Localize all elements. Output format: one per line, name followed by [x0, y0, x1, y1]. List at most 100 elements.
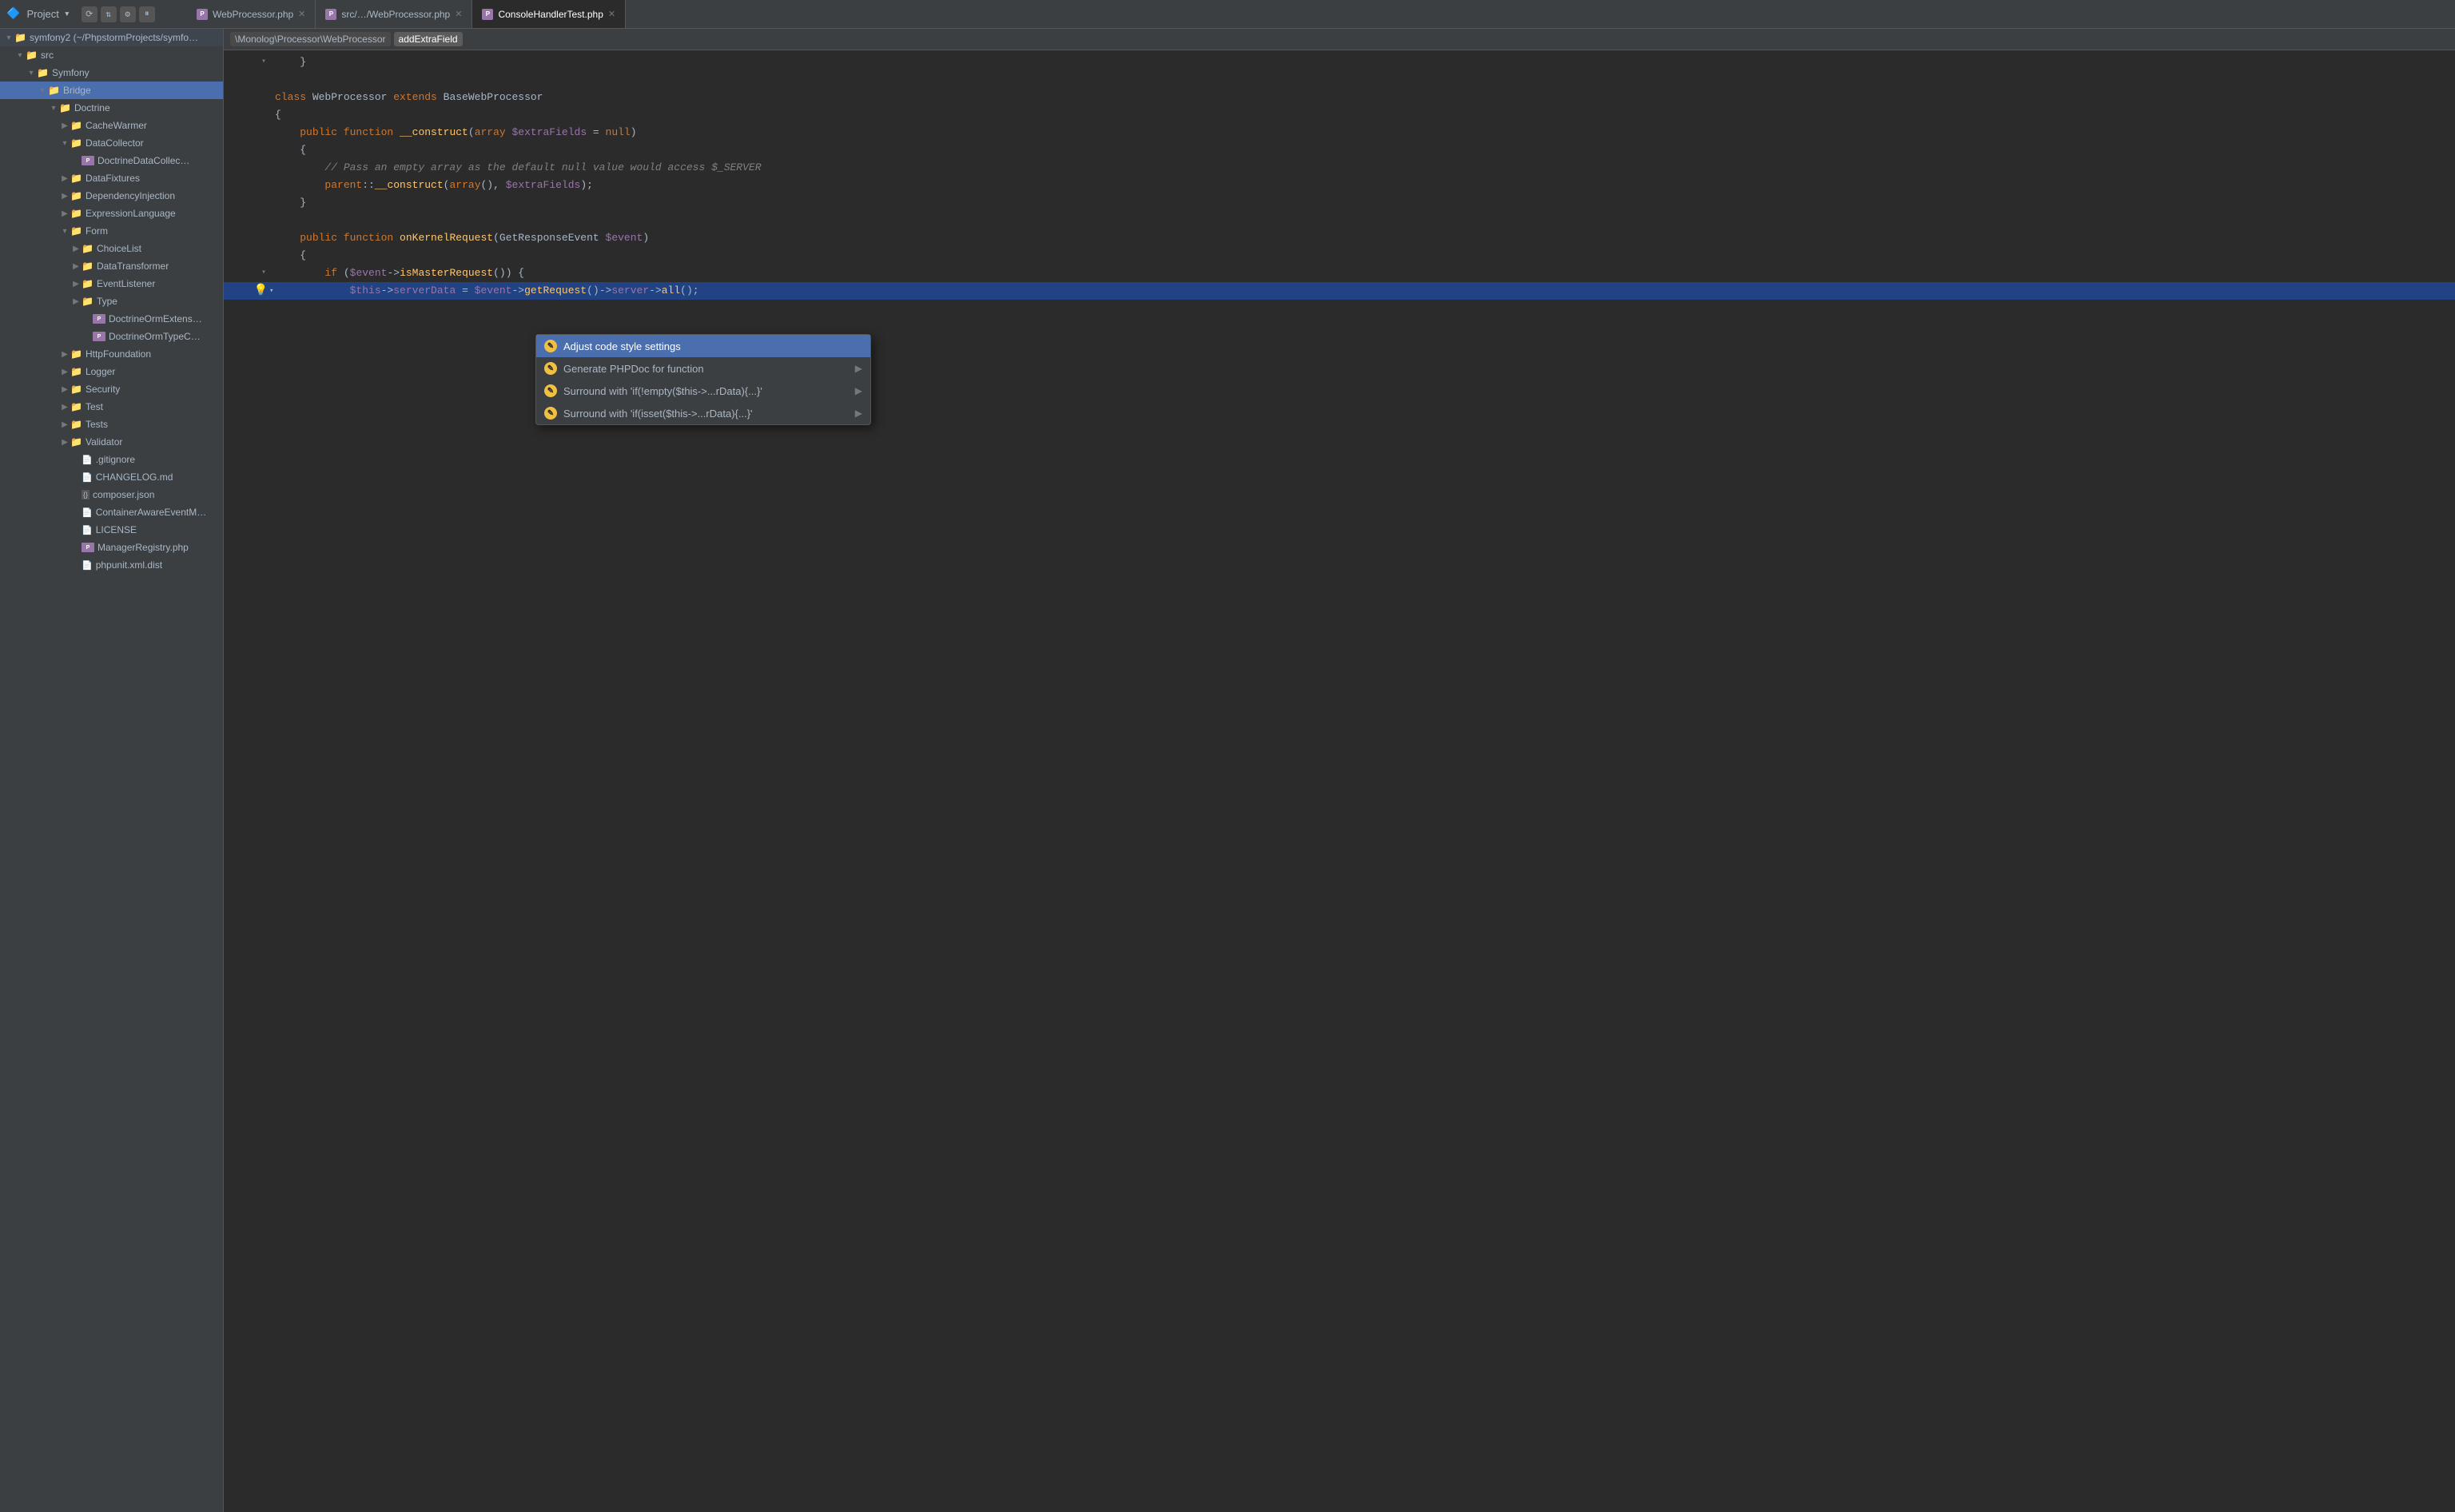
- security-arrow: ▶: [59, 385, 70, 394]
- tab-consolehandlertest-php[interactable]: P ConsoleHandlerTest.php ✕: [472, 0, 626, 28]
- toolbar-icon-pause[interactable]: ⏸: [139, 6, 155, 22]
- tab3-close[interactable]: ✕: [608, 9, 615, 19]
- toolbar-icon-sync[interactable]: ⇅: [101, 6, 117, 22]
- doctrineormextens-file-icon: P: [93, 314, 105, 324]
- tree-type[interactable]: ▶ 📁 Type: [0, 292, 223, 310]
- line-gutter: 💡 ▾: [256, 282, 272, 300]
- tree-validator[interactable]: ▶ 📁 Validator: [0, 433, 223, 451]
- security-folder-icon: 📁: [70, 384, 82, 395]
- tree-logger[interactable]: ▶ 📁 Logger: [0, 363, 223, 380]
- breadcrumb-namespace[interactable]: \Monolog\Processor\WebProcessor: [230, 32, 391, 46]
- type-label: Type: [97, 296, 117, 307]
- tree-dependencyinjection[interactable]: ▶ 📁 DependencyInjection: [0, 187, 223, 205]
- breadcrumb-method[interactable]: addExtraField: [394, 32, 463, 46]
- changelog-label: CHANGELOG.md: [96, 472, 173, 483]
- intention-item-adjust-code-style[interactable]: ✎ Adjust code style settings: [536, 335, 870, 357]
- containeraware-label: ContainerAwareEventM…: [96, 507, 207, 518]
- tree-form[interactable]: ▾ 📁 Form: [0, 222, 223, 240]
- test-folder-icon: 📁: [70, 401, 82, 412]
- code-line: {: [224, 247, 2455, 265]
- intention-bulb[interactable]: 💡: [254, 282, 268, 300]
- tree-changelog[interactable]: 📄 CHANGELOG.md: [0, 468, 223, 486]
- tab-webprocessor-php[interactable]: P WebProcessor.php ✕: [187, 0, 316, 28]
- tree-license[interactable]: 📄 LICENSE: [0, 521, 223, 539]
- intention-label-3: Surround with 'if(!empty($this->...rData…: [563, 385, 849, 397]
- intention-item-surround-ifisset[interactable]: ✎ Surround with 'if(isset($this->...rDat…: [536, 402, 870, 424]
- symfony-arrow: ▾: [26, 69, 37, 78]
- tree-composer-json[interactable]: {} composer.json: [0, 486, 223, 503]
- tree-doctrineormtypec[interactable]: P DoctrineOrmTypeC…: [0, 328, 223, 345]
- tab1-close[interactable]: ✕: [298, 9, 305, 19]
- tab1-label: WebProcessor.php: [213, 9, 293, 20]
- tree-containerawareeventm[interactable]: 📄 ContainerAwareEventM…: [0, 503, 223, 521]
- tree-choicelist[interactable]: ▶ 📁 ChoiceList: [0, 240, 223, 257]
- root-folder-icon: 📁: [14, 32, 26, 43]
- line-content: public function __construct(array $extra…: [272, 124, 2455, 141]
- sidebar[interactable]: ▾ 📁 symfony2 (~/PhpstormProjects/symfo… …: [0, 29, 224, 1512]
- tree-gitignore[interactable]: 📄 .gitignore: [0, 451, 223, 468]
- line-content: // Pass an empty array as the default nu…: [272, 159, 2455, 177]
- tree-cachewarmer[interactable]: ▶ 📁 CacheWarmer: [0, 117, 223, 134]
- composer-file-icon: {}: [82, 490, 90, 499]
- license-label: LICENSE: [96, 524, 137, 535]
- tree-eventlistener[interactable]: ▶ 📁 EventListener: [0, 275, 223, 292]
- tree-doctrinedatacollec[interactable]: P DoctrineDataCollec…: [0, 152, 223, 169]
- intention-item-surround-ifempty[interactable]: ✎ Surround with 'if(!empty($this->...rDa…: [536, 380, 870, 402]
- toolbar-icon-settings[interactable]: ⚙: [120, 6, 136, 22]
- intention-item-generate-phpdoc[interactable]: ✎ Generate PHPDoc for function ▶: [536, 357, 870, 380]
- line-content: parent::__construct(array(), $extraField…: [272, 177, 2455, 194]
- tab-src-webprocessor-php[interactable]: P src/…/WebProcessor.php ✕: [316, 0, 472, 28]
- toolbar-icon-refresh[interactable]: ⟳: [82, 6, 97, 22]
- intention-popup[interactable]: ✎ Adjust code style settings ✎ Generate …: [535, 334, 871, 425]
- test-label: Test: [86, 401, 103, 412]
- tab2-close[interactable]: ✕: [455, 9, 462, 19]
- datatransformer-label: DataTransformer: [97, 261, 169, 272]
- line-content: {: [272, 141, 2455, 159]
- containeraware-file-icon: 📄: [82, 507, 93, 518]
- fold-arrow[interactable]: ▾: [261, 265, 266, 282]
- phpunit-label: phpunit.xml.dist: [96, 559, 162, 571]
- managerregistry-file-icon: P: [82, 543, 94, 552]
- exprlang-folder-icon: 📁: [70, 208, 82, 219]
- title-bar: 🔷 Project ▾ ⟳ ⇅ ⚙ ⏸ P WebProcessor.php ✕…: [0, 0, 2455, 29]
- httpfoundation-folder-icon: 📁: [70, 348, 82, 360]
- line-content: $this->serverData = $event->getRequest()…: [272, 282, 2455, 300]
- line-content: }: [272, 54, 2455, 71]
- gitignore-file-icon: 📄: [82, 455, 93, 465]
- project-dropdown-arrow[interactable]: ▾: [64, 8, 70, 20]
- tree-tests[interactable]: ▶ 📁 Tests: [0, 416, 223, 433]
- tree-phpunit-xml-dist[interactable]: 📄 phpunit.xml.dist: [0, 556, 223, 574]
- tree-doctrineormextens[interactable]: P DoctrineOrmExtens…: [0, 310, 223, 328]
- eventlistener-arrow: ▶: [70, 280, 82, 288]
- tree-managerregistry[interactable]: P ManagerRegistry.php: [0, 539, 223, 556]
- validator-folder-icon: 📁: [70, 436, 82, 448]
- intention-submenu-arrow-4: ▶: [855, 408, 862, 419]
- editor-area[interactable]: ▾ } class WebProcessor extends BaseWebPr…: [224, 50, 2455, 1512]
- tree-datacollector[interactable]: ▾ 📁 DataCollector: [0, 134, 223, 152]
- code-line: {: [224, 141, 2455, 159]
- datatransformer-folder-icon: 📁: [82, 261, 94, 272]
- tree-symfony[interactable]: ▾ 📁 Symfony: [0, 64, 223, 82]
- tree-bridge[interactable]: ▾ 📁 Bridge: [0, 82, 223, 99]
- tab3-label: ConsoleHandlerTest.php: [498, 9, 603, 20]
- tree-httpfoundation[interactable]: ▶ 📁 HttpFoundation: [0, 345, 223, 363]
- doctrinedatacollec-file-icon: P: [82, 156, 94, 165]
- tree-expressionlanguage[interactable]: ▶ 📁 ExpressionLanguage: [0, 205, 223, 222]
- php-icon: P: [197, 9, 208, 20]
- validator-arrow: ▶: [59, 438, 70, 447]
- code-container: ▾ } class WebProcessor extends BaseWebPr…: [224, 54, 2455, 1509]
- tree-datatransformer[interactable]: ▶ 📁 DataTransformer: [0, 257, 223, 275]
- tree-src[interactable]: ▾ 📁 src: [0, 46, 223, 64]
- httpfoundation-label: HttpFoundation: [86, 348, 151, 360]
- line-gutter: ▾: [256, 54, 272, 71]
- tree-security[interactable]: ▶ 📁 Security: [0, 380, 223, 398]
- tree-doctrine[interactable]: ▾ 📁 Doctrine: [0, 99, 223, 117]
- tree-test[interactable]: ▶ 📁 Test: [0, 398, 223, 416]
- tree-root[interactable]: ▾ 📁 symfony2 (~/PhpstormProjects/symfo…: [0, 29, 223, 46]
- composer-label: composer.json: [93, 489, 154, 500]
- doctrine-label: Doctrine: [74, 102, 110, 113]
- tree-datafixtures[interactable]: ▶ 📁 DataFixtures: [0, 169, 223, 187]
- license-file-icon: 📄: [82, 525, 93, 535]
- doctrine-folder-icon: 📁: [59, 102, 71, 113]
- datacollector-folder-icon: 📁: [70, 137, 82, 149]
